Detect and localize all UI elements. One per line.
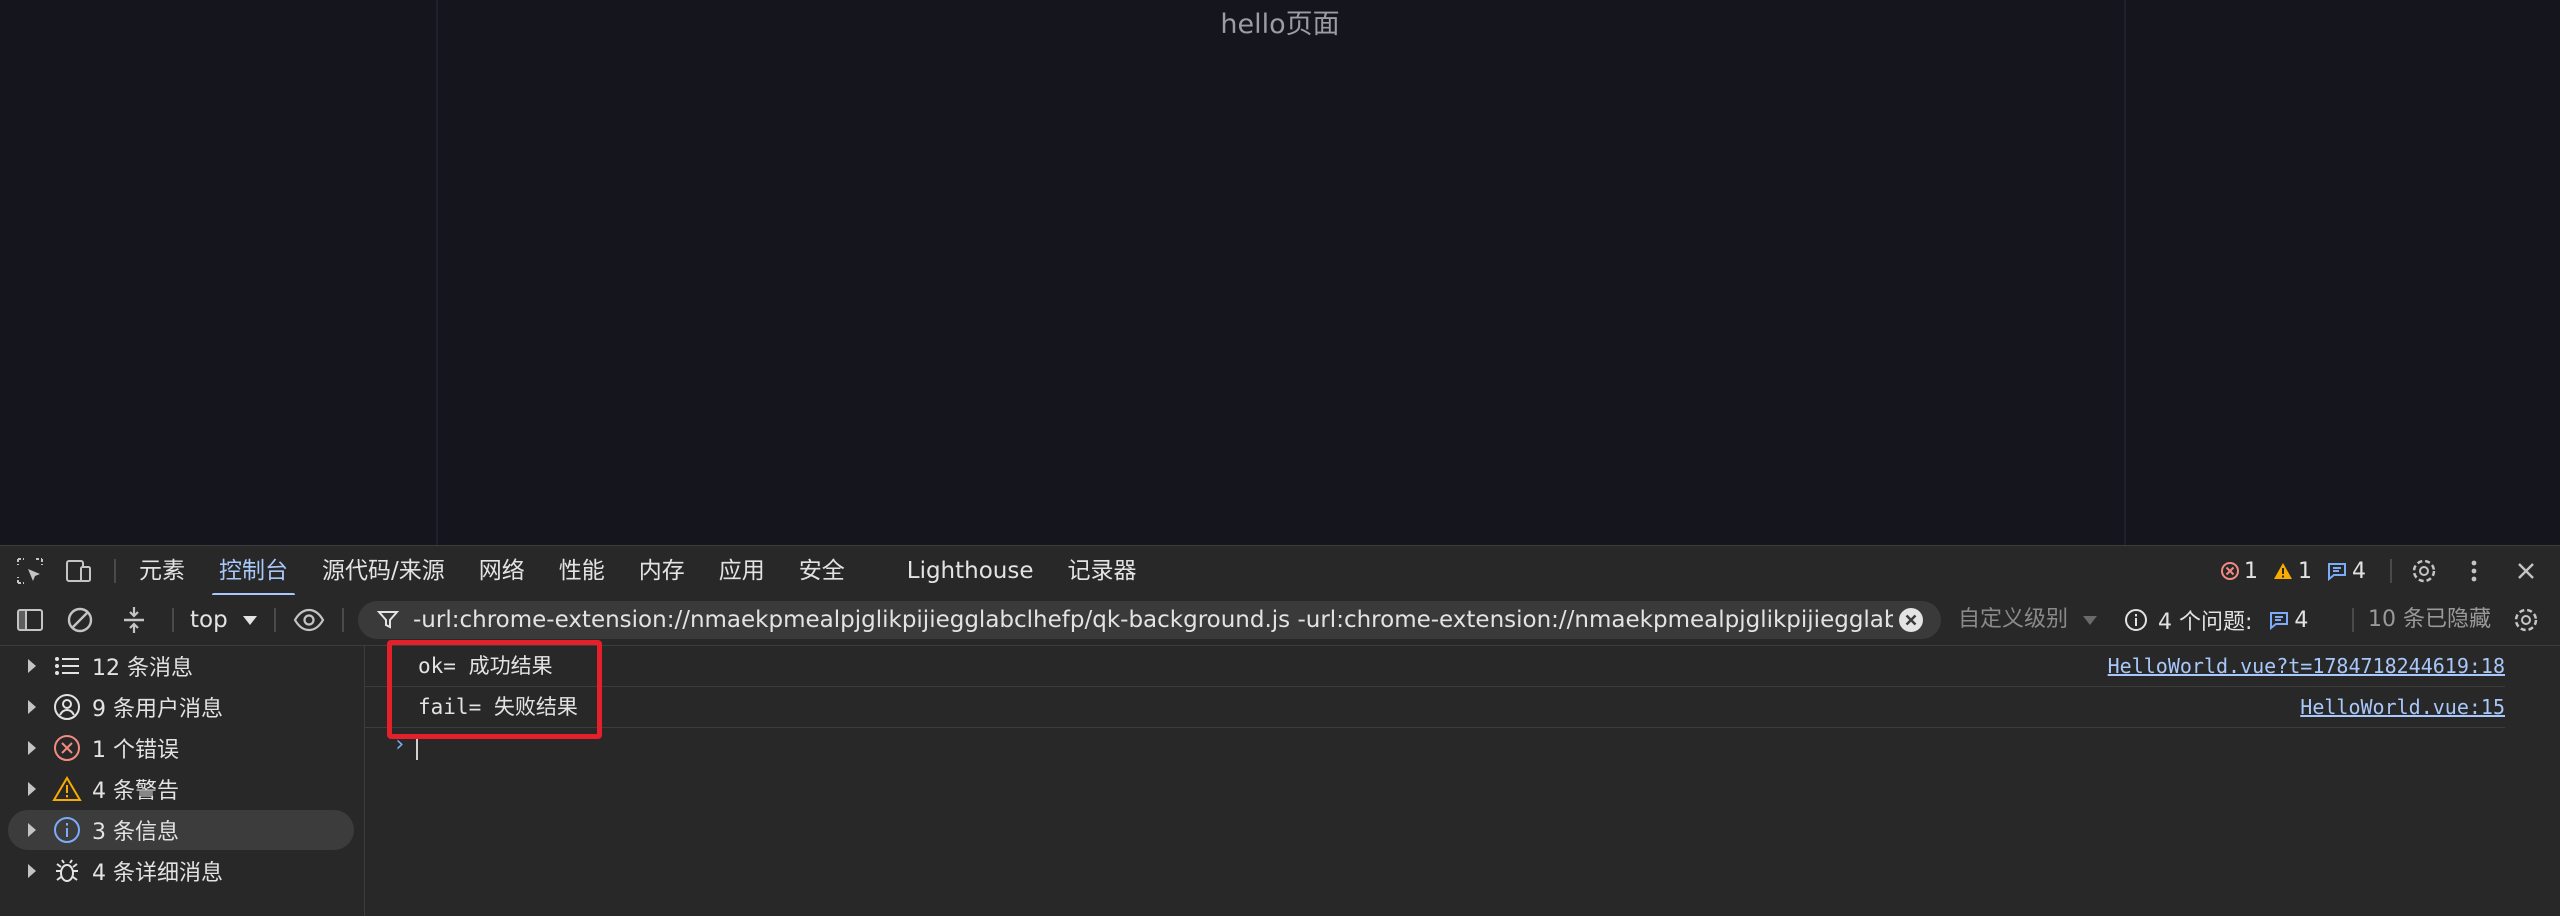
chevron-down-icon bbox=[243, 616, 258, 625]
hidden-count: 10 条已隐藏 bbox=[2368, 607, 2491, 632]
expand-arrow-icon[interactable] bbox=[28, 700, 36, 714]
tab-security[interactable]: 安全 bbox=[782, 546, 862, 596]
tab-sources[interactable]: 源代码/来源 bbox=[305, 546, 462, 596]
sidebar-item-all-messages[interactable]: 12 条消息 bbox=[8, 646, 354, 686]
expand-arrow-icon[interactable] bbox=[28, 823, 36, 837]
devtools-tabbar: 元素 控制台 源代码/来源 网络 性能 内存 应用 安全 Lighthouse … bbox=[0, 545, 2560, 597]
message-icon bbox=[2328, 563, 2346, 581]
expand-arrow-icon[interactable] bbox=[28, 741, 36, 755]
inspect-element-icon[interactable] bbox=[14, 555, 46, 587]
log-level-select[interactable]: 自定义级别 bbox=[1958, 601, 2108, 639]
console-input-caret[interactable] bbox=[416, 736, 418, 760]
chevron-down-icon bbox=[2083, 615, 2098, 625]
divider bbox=[2390, 559, 2392, 583]
console-prompt-icon: › bbox=[393, 732, 407, 757]
user-icon bbox=[52, 692, 82, 722]
info-icon bbox=[52, 815, 82, 845]
divider bbox=[274, 608, 276, 632]
sidebar-item-user-messages[interactable]: 9 条用户消息 bbox=[8, 687, 354, 727]
error-icon bbox=[52, 733, 82, 763]
layout-divider bbox=[2124, 0, 2126, 545]
console-messages: ok= 成功结果 HelloWorld.vue?t=1784718244619:… bbox=[365, 646, 2560, 916]
collapse-groups-icon[interactable] bbox=[118, 604, 150, 636]
error-count[interactable]: 1 bbox=[2220, 559, 2258, 584]
filter-icon bbox=[376, 608, 400, 636]
divider bbox=[114, 559, 116, 583]
status-counts[interactable]: 1 1 4 bbox=[2220, 546, 2380, 596]
console-message-text: fail= 失败结果 bbox=[418, 695, 578, 719]
console-message[interactable]: fail= 失败结果 HelloWorld.vue:15 bbox=[365, 687, 2505, 728]
expand-arrow-icon[interactable] bbox=[28, 659, 36, 673]
console-message-text: ok= 成功结果 bbox=[418, 654, 553, 678]
info-icon bbox=[2125, 609, 2147, 631]
warning-icon bbox=[52, 774, 82, 804]
more-options-icon[interactable] bbox=[2458, 555, 2490, 587]
message-icon bbox=[2270, 612, 2289, 630]
tab-console[interactable]: 控制台 bbox=[202, 546, 305, 596]
live-expression-eye-icon[interactable] bbox=[292, 604, 325, 636]
sidebar-item-info[interactable]: 3 条信息 bbox=[8, 810, 354, 850]
source-link[interactable]: HelloWorld.vue:15 bbox=[2300, 687, 2505, 727]
context-select[interactable]: top bbox=[190, 603, 258, 637]
issues-indicator[interactable]: 4 个问题: 4 bbox=[2124, 595, 2308, 645]
expand-arrow-icon[interactable] bbox=[28, 782, 36, 796]
divider bbox=[172, 608, 174, 632]
device-toolbar-icon[interactable] bbox=[62, 555, 94, 587]
devtools-tabs: 元素 控制台 源代码/来源 网络 性能 内存 应用 安全 Lighthouse … bbox=[122, 546, 1154, 596]
tab-lighthouse[interactable]: Lighthouse bbox=[890, 546, 1051, 596]
warning-count[interactable]: 1 bbox=[2272, 559, 2312, 584]
sidebar-item-errors[interactable]: 1 个错误 bbox=[8, 728, 354, 768]
tab-recorder[interactable]: 记录器 bbox=[1051, 546, 1154, 596]
console-settings-gear-icon[interactable] bbox=[2510, 604, 2542, 636]
warning-icon bbox=[2274, 563, 2292, 579]
divider bbox=[2352, 608, 2354, 632]
divider bbox=[342, 608, 344, 632]
close-icon[interactable] bbox=[2510, 555, 2542, 587]
tab-network[interactable]: 网络 bbox=[462, 546, 542, 596]
tab-elements[interactable]: 元素 bbox=[122, 546, 202, 596]
message-count[interactable]: 4 bbox=[2326, 559, 2366, 584]
console-sidebar: 12 条消息 9 条用户消息 1 个错误 4 条警告 3 条信息 4 条详细消息 bbox=[0, 646, 365, 916]
page-viewport: hello页面 bbox=[0, 0, 2560, 545]
console-message[interactable]: ok= 成功结果 HelloWorld.vue?t=1784718244619:… bbox=[365, 646, 2505, 687]
layout-divider bbox=[436, 0, 438, 545]
devtools-panel: 元素 控制台 源代码/来源 网络 性能 内存 应用 安全 Lighthouse … bbox=[0, 545, 2560, 916]
tab-performance[interactable]: 性能 bbox=[542, 546, 622, 596]
settings-gear-icon[interactable] bbox=[2408, 555, 2440, 587]
sidebar-item-warnings[interactable]: 4 条警告 bbox=[8, 769, 354, 809]
sidebar-toggle-icon[interactable] bbox=[14, 604, 46, 636]
tab-memory[interactable]: 内存 bbox=[622, 546, 702, 596]
list-icon bbox=[52, 651, 82, 681]
console-toolbar: top -url:chrome-extension://nmaekpmealpj… bbox=[0, 595, 2560, 646]
page-title: hello页面 bbox=[1220, 9, 1340, 40]
filter-input[interactable]: -url:chrome-extension://nmaekpmealpjglik… bbox=[358, 601, 1941, 639]
expand-arrow-icon[interactable] bbox=[28, 864, 36, 878]
bug-icon bbox=[52, 856, 82, 886]
source-link[interactable]: HelloWorld.vue?t=1784718244619:18 bbox=[2108, 646, 2505, 686]
clear-filter-icon[interactable] bbox=[1898, 607, 1924, 637]
clear-console-icon[interactable] bbox=[64, 604, 96, 636]
tab-application[interactable]: 应用 bbox=[702, 546, 782, 596]
filter-text[interactable]: -url:chrome-extension://nmaekpmealpjglik… bbox=[413, 601, 1893, 639]
sidebar-item-verbose[interactable]: 4 条详细消息 bbox=[8, 851, 354, 891]
error-icon bbox=[2221, 562, 2239, 580]
